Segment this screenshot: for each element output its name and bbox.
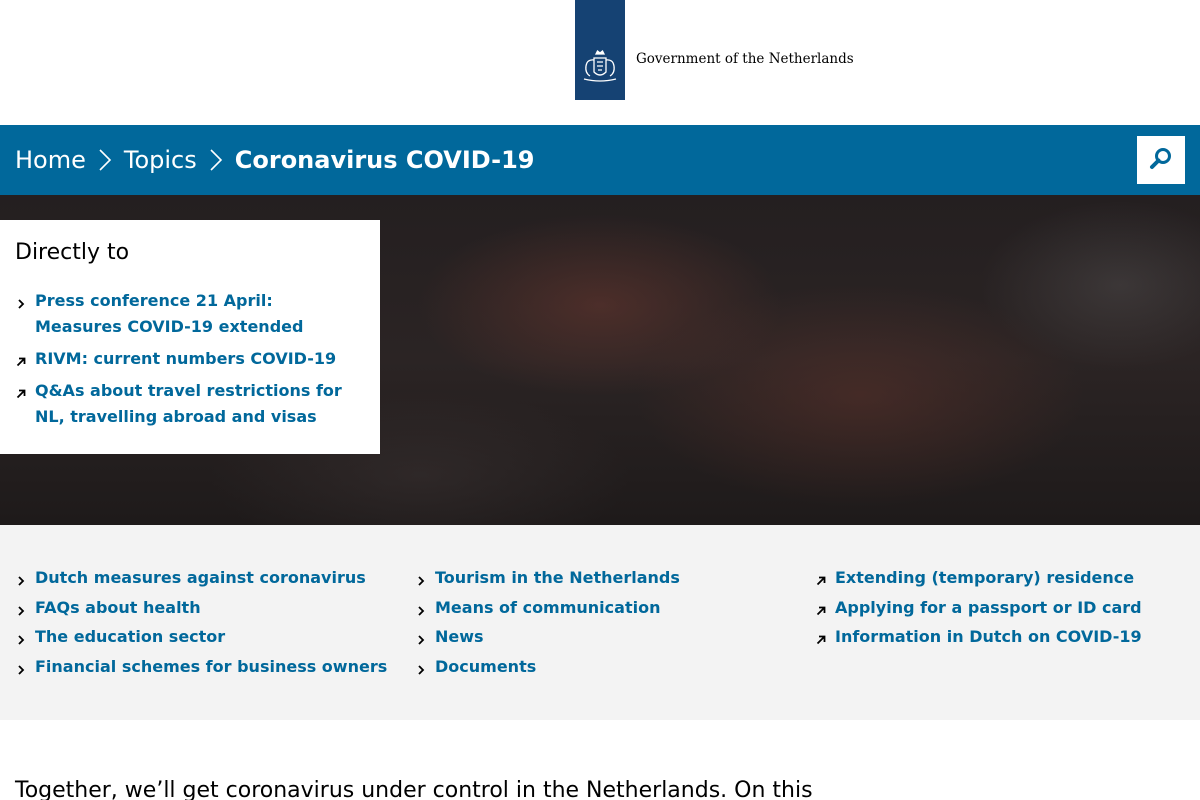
link-faqs-health[interactable]: FAQs about health (35, 598, 201, 617)
list-item: The education sector (15, 624, 387, 654)
link-tourism[interactable]: Tourism in the Netherlands (435, 568, 680, 587)
chevron-right-icon (415, 602, 427, 616)
list-item: News (415, 624, 680, 654)
chevron-right-icon (415, 661, 427, 675)
link-dutch-measures[interactable]: Dutch measures against coronavirus (35, 568, 366, 587)
intro-paragraph: Together, we’ll get coronavirus under co… (15, 778, 813, 800)
chevron-right-icon (15, 572, 27, 586)
topic-links-section: Dutch measures against coronavirus FAQs … (0, 525, 1200, 720)
breadcrumb-topics[interactable]: Topics (124, 146, 197, 174)
breadcrumb: Home Topics Coronavirus COVID-19 (15, 125, 535, 195)
topic-links-column-2: Tourism in the Netherlands Means of comm… (415, 565, 680, 684)
list-item: Financial schemes for business owners (15, 654, 387, 684)
list-item: Means of communication (415, 595, 680, 625)
directly-to-list: Press conference 21 April: Measures COVI… (15, 288, 365, 430)
list-item: Q&As about travel restrictions for NL, t… (15, 378, 365, 430)
link-news[interactable]: News (435, 627, 484, 646)
list-item: RIVM: current numbers COVID-19 (15, 346, 365, 372)
chevron-right-icon (415, 572, 427, 586)
link-info-in-dutch[interactable]: Information in Dutch on COVID-19 (835, 627, 1142, 646)
netherlands-coat-of-arms-icon (580, 48, 620, 88)
link-means-of-communication[interactable]: Means of communication (435, 598, 660, 617)
directly-to-title: Directly to (15, 240, 130, 265)
chevron-right-icon (15, 602, 27, 616)
chevron-right-icon (15, 661, 27, 675)
external-arrow-icon (815, 602, 827, 615)
link-education-sector[interactable]: The education sector (35, 627, 225, 646)
external-arrow-icon (815, 631, 827, 645)
directly-to-panel: Directly to Press conference 21 April: M… (0, 220, 380, 454)
list-item: Press conference 21 April: Measures COVI… (15, 288, 365, 340)
directly-to-link-travel-qa[interactable]: Q&As about travel restrictions for NL, t… (35, 381, 342, 426)
external-arrow-icon (815, 572, 827, 586)
list-item: Applying for a passport or ID card (815, 595, 1142, 625)
breadcrumb-home[interactable]: Home (15, 146, 86, 174)
list-item: Dutch measures against coronavirus (15, 565, 387, 595)
government-logo[interactable] (575, 0, 625, 100)
chevron-right-icon (415, 631, 427, 646)
external-arrow-icon (15, 353, 27, 367)
breadcrumb-current: Coronavirus COVID-19 (234, 146, 535, 174)
list-item: Extending (temporary) residence (815, 565, 1142, 595)
topic-links-column-1: Dutch measures against coronavirus FAQs … (15, 565, 387, 684)
list-item: Information in Dutch on COVID-19 (815, 624, 1142, 654)
chevron-right-icon (86, 125, 124, 195)
list-item: Tourism in the Netherlands (415, 565, 680, 595)
link-financial-schemes[interactable]: Financial schemes for business owners (35, 657, 387, 676)
search-button[interactable] (1137, 136, 1185, 184)
link-passport-id[interactable]: Applying for a passport or ID card (835, 598, 1142, 617)
link-documents[interactable]: Documents (435, 657, 536, 676)
link-extending-residence[interactable]: Extending (temporary) residence (835, 568, 1134, 587)
directly-to-link-rivm[interactable]: RIVM: current numbers COVID-19 (35, 349, 336, 368)
search-icon (1149, 146, 1173, 174)
site-header: Government of the Netherlands (0, 0, 1200, 125)
external-arrow-icon (15, 385, 27, 399)
chevron-right-icon (15, 631, 27, 646)
logo-wordmark: Government of the Netherlands (636, 51, 854, 67)
topic-links-column-3: Extending (temporary) residence Applying… (815, 565, 1142, 654)
directly-to-link-press-conference[interactable]: Press conference 21 April: Measures COVI… (35, 291, 303, 336)
chevron-right-icon (15, 295, 27, 310)
chevron-right-icon (197, 125, 235, 195)
breadcrumb-bar: Home Topics Coronavirus COVID-19 (0, 125, 1200, 195)
list-item: Documents (415, 654, 680, 684)
list-item: FAQs about health (15, 595, 387, 625)
